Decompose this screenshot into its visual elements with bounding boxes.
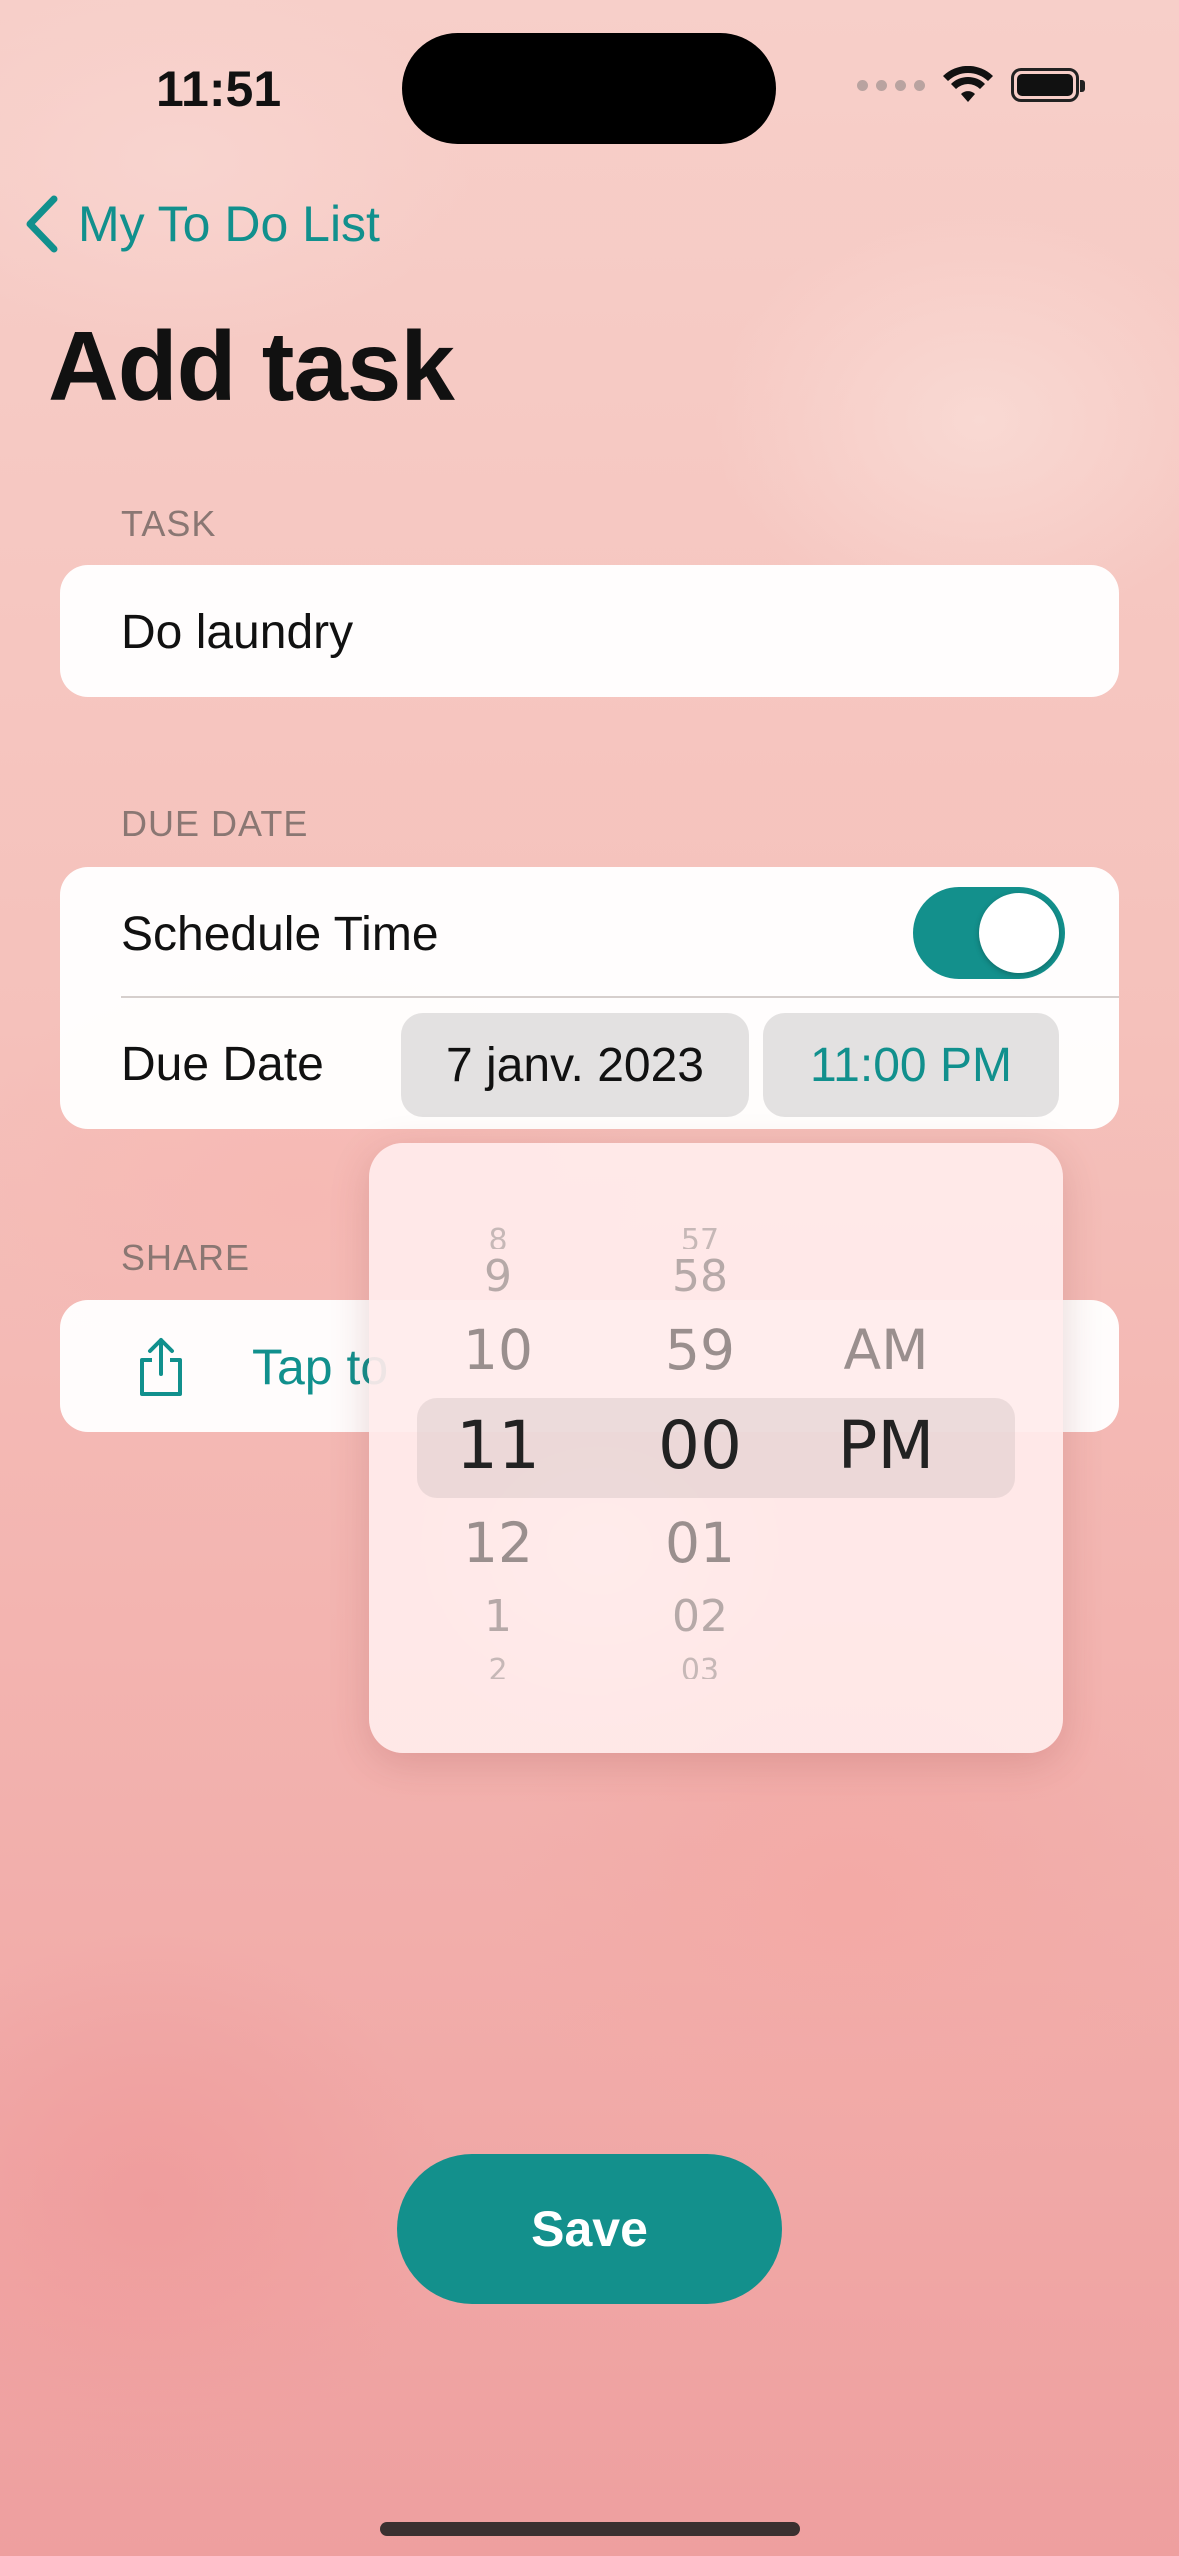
task-input[interactable]: Do laundry xyxy=(121,605,353,660)
hour-wheel[interactable]: 8 9 10 11 12 1 2 xyxy=(418,1143,578,1753)
period-wheel[interactable]: AM PM xyxy=(806,1143,966,1753)
minute-option[interactable]: 59 xyxy=(620,1318,780,1382)
hour-option[interactable]: 12 xyxy=(418,1511,578,1575)
schedule-time-label: Schedule Time xyxy=(121,908,439,961)
due-date-card: Schedule Time Due Date 7 janv. 2023 11:0… xyxy=(60,867,1119,1129)
status-icons xyxy=(857,66,1085,104)
back-button[interactable]: My To Do List xyxy=(24,195,380,253)
hour-option[interactable]: 9 xyxy=(418,1251,578,1302)
page-title: Add task xyxy=(48,311,455,421)
time-picker-button[interactable]: 11:00 PM xyxy=(763,1013,1059,1117)
share-icon xyxy=(140,1338,182,1396)
minute-option[interactable]: 01 xyxy=(620,1511,780,1575)
row-divider xyxy=(121,996,1119,998)
hour-option[interactable]: 10 xyxy=(418,1318,578,1382)
status-time: 11:51 xyxy=(156,61,282,117)
date-picker-button[interactable]: 7 janv. 2023 xyxy=(401,1013,749,1117)
due-date-section-label: DUE DATE xyxy=(121,803,309,844)
minute-option[interactable]: 57 xyxy=(620,1225,780,1249)
dynamic-island xyxy=(402,33,776,144)
home-indicator xyxy=(380,2522,800,2536)
period-selected[interactable]: PM xyxy=(806,1407,966,1484)
signal-dots-icon xyxy=(857,79,925,91)
toggle-knob xyxy=(979,893,1059,973)
wifi-icon xyxy=(943,66,993,102)
hour-option[interactable]: 1 xyxy=(418,1591,578,1642)
battery-icon xyxy=(1011,68,1085,102)
share-action-label: Tap to xyxy=(252,1339,389,1395)
hour-selected[interactable]: 11 xyxy=(418,1407,578,1484)
task-section-label: TASK xyxy=(121,503,217,544)
schedule-time-toggle[interactable] xyxy=(913,887,1065,979)
minute-selected[interactable]: 00 xyxy=(620,1407,780,1484)
share-section-label: SHARE xyxy=(121,1237,251,1278)
time-picker-popover[interactable]: 8 9 10 11 12 1 2 57 58 59 00 01 02 03 AM… xyxy=(369,1143,1063,1753)
save-button[interactable]: Save xyxy=(397,2154,782,2304)
chevron-left-icon xyxy=(26,195,58,253)
minute-option[interactable]: 03 xyxy=(620,1655,780,1679)
due-date-label: Due Date xyxy=(121,1038,324,1091)
hour-option[interactable]: 2 xyxy=(418,1655,578,1679)
minute-option[interactable]: 58 xyxy=(620,1251,780,1302)
minute-wheel[interactable]: 57 58 59 00 01 02 03 xyxy=(620,1143,780,1753)
task-card: Do laundry xyxy=(60,565,1119,697)
back-label: My To Do List xyxy=(78,196,380,252)
hour-option[interactable]: 8 xyxy=(418,1225,578,1249)
minute-option[interactable]: 02 xyxy=(620,1591,780,1642)
period-option[interactable]: AM xyxy=(806,1318,966,1382)
